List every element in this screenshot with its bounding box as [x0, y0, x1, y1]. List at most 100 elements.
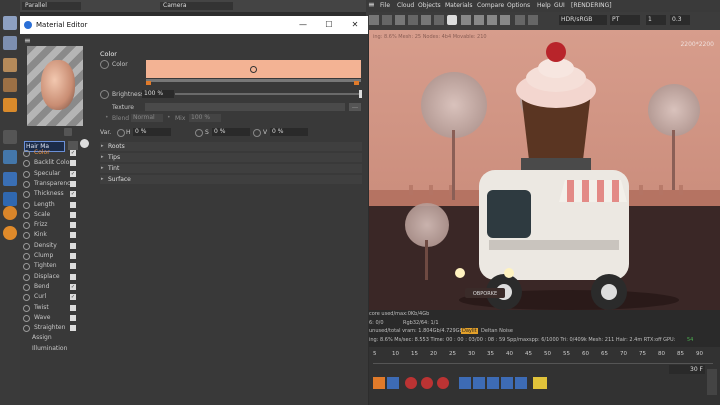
- clay-icon[interactable]: [515, 15, 525, 25]
- hamburger-icon[interactable]: ≡: [368, 0, 375, 9]
- menu-gui[interactable]: GUI: [554, 2, 565, 9]
- channel-item[interactable]: Tighten: [20, 261, 95, 271]
- gradient-bar[interactable]: [146, 79, 361, 82]
- menu-rendering[interactable]: [RENDERING]: [571, 2, 612, 9]
- focus-icon[interactable]: [461, 15, 471, 25]
- stop-icon[interactable]: [382, 15, 392, 25]
- channel-checkbox[interactable]: [70, 211, 76, 218]
- animate-color-icon[interactable]: [100, 60, 109, 69]
- cube-icon[interactable]: [3, 58, 17, 72]
- record-icon[interactable]: [373, 377, 385, 389]
- channel-checkbox[interactable]: [70, 242, 76, 249]
- param-key-icon[interactable]: [501, 377, 513, 389]
- channel-checkbox[interactable]: ✓: [70, 283, 76, 290]
- timeline-ruler[interactable]: 5 10 15 20 25 30 35 40 45 50 55 60 65 70 75 80 85 90: [373, 351, 713, 363]
- frame-input[interactable]: 1: [646, 15, 666, 25]
- channel-checkbox[interactable]: [70, 201, 76, 208]
- animate-h-icon[interactable]: [117, 129, 125, 137]
- channel-checkbox[interactable]: [70, 180, 76, 187]
- channel-checkbox[interactable]: [70, 263, 76, 270]
- channel-checkbox[interactable]: [70, 232, 76, 239]
- channel-item[interactable]: Curl ✓: [20, 292, 95, 302]
- maximize-button[interactable]: ☐: [316, 16, 342, 34]
- channel-item[interactable]: Thickness ✓: [20, 189, 95, 199]
- channel-checkbox[interactable]: ✓: [70, 170, 76, 177]
- channel-checkbox[interactable]: ✓: [70, 191, 76, 198]
- denoise-badge[interactable]: Daylit: [461, 328, 478, 334]
- object-icon[interactable]: [3, 150, 17, 164]
- snap-icon[interactable]: [3, 226, 17, 240]
- autokey-icon[interactable]: [437, 377, 449, 389]
- channel-checkbox[interactable]: [70, 273, 76, 280]
- channel-item[interactable]: Length: [20, 200, 95, 210]
- pla-key-icon[interactable]: [515, 377, 527, 389]
- expand-arrow-icon[interactable]: ▸: [101, 142, 104, 151]
- cube-icon[interactable]: [3, 16, 17, 30]
- export-icon[interactable]: [500, 15, 510, 25]
- title-bar[interactable]: Material Editor — ☐ ✕: [20, 16, 368, 34]
- channel-checkbox[interactable]: [70, 325, 76, 332]
- channel-item[interactable]: Bend ✓: [20, 282, 95, 292]
- channel-item[interactable]: Displace: [20, 272, 95, 282]
- texture-browse-button[interactable]: …: [349, 103, 361, 111]
- v-input[interactable]: 0 %: [270, 128, 308, 136]
- channel-item[interactable]: Specular ✓: [20, 169, 95, 179]
- channel-item[interactable]: Density: [20, 241, 95, 251]
- cube-icon[interactable]: [3, 98, 17, 112]
- camera-mode-dropdown[interactable]: Parallel: [22, 2, 81, 10]
- region-icon[interactable]: [474, 15, 484, 25]
- sphere-icon[interactable]: [3, 172, 17, 186]
- lock-icon[interactable]: [447, 15, 457, 25]
- animate-v-icon[interactable]: [253, 129, 261, 137]
- channel-item[interactable]: Color ✓: [20, 148, 95, 158]
- menu-compare[interactable]: Compare: [477, 2, 504, 9]
- menu-options[interactable]: Options: [507, 2, 530, 9]
- channel-item[interactable]: Frizz: [20, 220, 95, 230]
- group-header[interactable]: ▸ Roots: [100, 142, 362, 151]
- record-key-icon[interactable]: [405, 377, 417, 389]
- channel-item[interactable]: Backlit Color: [20, 158, 95, 168]
- animate-s-icon[interactable]: [195, 129, 203, 137]
- channel-checkbox[interactable]: ✓: [70, 150, 76, 156]
- color-space-select[interactable]: HDR/sRGB: [559, 15, 607, 25]
- autokey-icon[interactable]: [421, 377, 433, 389]
- restart-icon[interactable]: [395, 15, 405, 25]
- brightness-slider-handle[interactable]: [359, 90, 362, 98]
- layers-icon[interactable]: [434, 15, 444, 25]
- group-header[interactable]: ▸ Tips: [100, 153, 362, 162]
- material-preview[interactable]: [27, 46, 83, 126]
- menu-cloud[interactable]: Cloud: [397, 2, 414, 9]
- color-picker-handle[interactable]: [250, 66, 257, 73]
- move-key-icon[interactable]: [459, 377, 471, 389]
- menu-icon[interactable]: ≡: [24, 36, 31, 45]
- channel-checkbox[interactable]: [70, 304, 76, 311]
- cube-icon[interactable]: [3, 78, 17, 92]
- gradient-knot-left[interactable]: [146, 81, 151, 85]
- pause-icon[interactable]: [408, 15, 418, 25]
- refresh-icon[interactable]: [421, 15, 431, 25]
- render-icon[interactable]: [369, 15, 379, 25]
- channel-item[interactable]: Kink: [20, 230, 95, 240]
- camera-dropdown[interactable]: Camera: [160, 2, 233, 10]
- magnet-icon[interactable]: [3, 206, 17, 220]
- channel-item[interactable]: Twist: [20, 303, 95, 313]
- checker-icon[interactable]: [3, 192, 17, 206]
- rotate-key-icon[interactable]: [473, 377, 485, 389]
- s-input[interactable]: 0 %: [212, 128, 250, 136]
- pick-icon[interactable]: [487, 15, 497, 25]
- texture-slot[interactable]: [145, 103, 345, 111]
- timeline[interactable]: 5 10 15 20 25 30 35 40 45 50 55 60 65 70 75 80 85 90 30 F: [369, 347, 720, 405]
- channel-item[interactable]: Scale: [20, 210, 95, 220]
- render-mode-select[interactable]: PT: [610, 15, 640, 25]
- group-header[interactable]: ▸ Surface: [100, 175, 362, 184]
- scroll-handle[interactable]: [707, 369, 717, 395]
- minimize-button[interactable]: —: [290, 16, 316, 34]
- preview-options-icon[interactable]: [64, 128, 72, 136]
- render-viewport[interactable]: OBPORKE 2200*2200 ing: 8.6% Mesh: 25 Nod…: [369, 30, 720, 310]
- color-swatch[interactable]: [146, 60, 361, 78]
- blend-select[interactable]: Normal: [131, 114, 163, 122]
- close-button[interactable]: ✕: [342, 16, 368, 34]
- channel-checkbox[interactable]: [70, 314, 76, 321]
- mix-input[interactable]: 100 %: [189, 114, 221, 122]
- illumination-item[interactable]: Illumination: [32, 345, 67, 352]
